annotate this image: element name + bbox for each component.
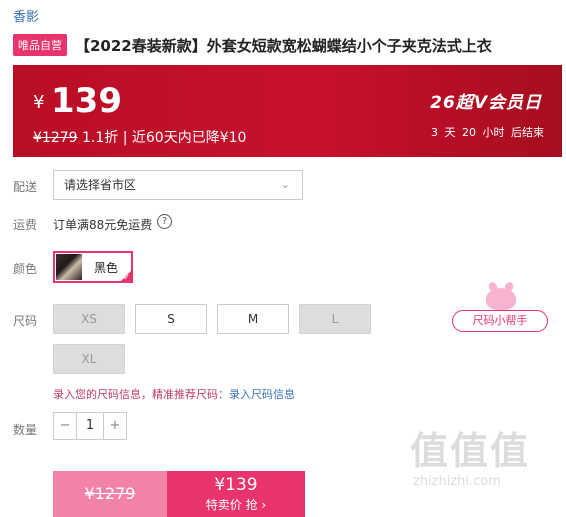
question-circle-icon[interactable]: ? bbox=[157, 214, 172, 229]
chevron-down-icon: ⌄ bbox=[280, 178, 290, 191]
countdown-timer: 3 天 20 小时 后结束 bbox=[431, 126, 544, 139]
increment-button[interactable]: + bbox=[104, 413, 126, 439]
size-info-line: 录入您的尺码信息，精准推荐尺码：录入尺码信息 bbox=[53, 386, 295, 402]
buy-now-button[interactable]: ¥139 特卖价 抢 › bbox=[167, 471, 305, 517]
shipping-label: 运费 bbox=[13, 218, 38, 232]
brand-link[interactable]: 香影 bbox=[13, 6, 39, 25]
size-info-text: 录入您的尺码信息，精准推荐尺码： bbox=[53, 388, 229, 401]
buy-price: ¥139 bbox=[214, 475, 258, 495]
size-helper[interactable]: 尺码小帮手 bbox=[452, 288, 548, 334]
product-title-row: 唯品自营 【2022春装新款】外套女短款宽松蝴蝶结小个子夹克法式上衣 bbox=[13, 34, 492, 56]
super-vip-day-logo: 26超V会员日 bbox=[430, 93, 542, 113]
price-sub-line: ¥1279 1.1折 | 近60天内已降¥10 bbox=[33, 127, 246, 147]
separator: | bbox=[122, 130, 128, 146]
currency-symbol: ¥ bbox=[33, 92, 45, 113]
watermark-chars: 值值值 bbox=[410, 429, 531, 473]
current-price: 139 bbox=[51, 81, 122, 121]
mascot-icon bbox=[486, 288, 516, 310]
original-price: ¥1279 bbox=[33, 130, 78, 146]
price-drop-note: 近60天内已降¥10 bbox=[131, 130, 247, 146]
color-thumbnail bbox=[56, 254, 82, 280]
size-option-xs: XS bbox=[53, 304, 125, 334]
size-option-m[interactable]: M bbox=[217, 304, 289, 334]
quantity-stepper[interactable]: − 1 + bbox=[53, 412, 127, 440]
shipping-text: 订单满88元免运费 bbox=[53, 218, 153, 232]
quantity-label: 数量 bbox=[13, 423, 38, 437]
product-title: 【2022春装新款】外套女短款宽松蝴蝶结小个子夹克法式上衣 bbox=[75, 36, 492, 55]
price-banner: ¥ 139 ¥1279 1.1折 | 近60天内已降¥10 26超V会员日 3 … bbox=[13, 65, 562, 157]
size-option-l: L bbox=[299, 304, 371, 334]
site-watermark: 值值值 zhizhizhi.com bbox=[410, 430, 560, 515]
size-info-link[interactable]: 录入尺码信息 bbox=[229, 388, 295, 401]
self-operated-badge: 唯品自营 bbox=[13, 34, 67, 56]
quantity-value[interactable]: 1 bbox=[76, 413, 104, 439]
size-option-xl: XL bbox=[53, 344, 125, 374]
size-option-s[interactable]: S bbox=[135, 304, 207, 334]
color-option-label: 黑色 bbox=[94, 260, 119, 275]
size-helper-button[interactable]: 尺码小帮手 bbox=[452, 310, 548, 332]
buy-button-group[interactable]: ¥1279 ¥139 特卖价 抢 › bbox=[53, 471, 305, 517]
buy-label: 特卖价 抢 › bbox=[205, 498, 267, 512]
original-price-struck: ¥1279 bbox=[84, 484, 136, 503]
color-option-black[interactable]: 黑色 ✓ bbox=[53, 251, 133, 283]
size-label: 尺码 bbox=[13, 314, 38, 328]
original-price-button[interactable]: ¥1279 bbox=[53, 471, 167, 517]
region-select[interactable]: 请选择省市区 ⌄ bbox=[53, 170, 303, 200]
watermark-domain: zhizhizhi.com bbox=[413, 474, 501, 489]
discount-rate: 1.1折 bbox=[82, 130, 119, 146]
color-label: 颜色 bbox=[13, 262, 38, 276]
delivery-label: 配送 bbox=[13, 180, 38, 194]
region-select-value: 请选择省市区 bbox=[64, 178, 137, 192]
check-icon: ✓ bbox=[123, 273, 130, 282]
decrement-button[interactable]: − bbox=[54, 413, 76, 439]
